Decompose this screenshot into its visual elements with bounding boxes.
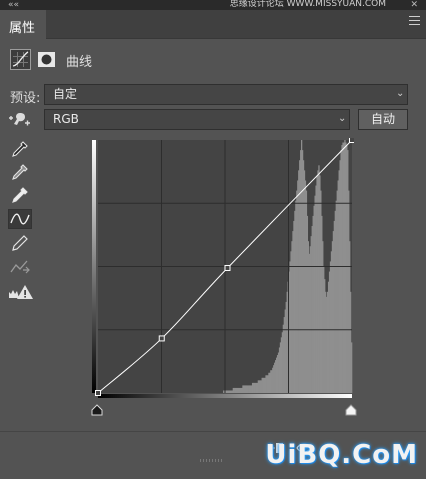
black-point-eyedropper-icon[interactable] (8, 140, 32, 160)
adjustment-title: 曲线 (66, 55, 93, 70)
curve-control-point[interactable] (349, 138, 355, 143)
channel-select[interactable]: RGB (44, 109, 350, 130)
pencil-draw-icon[interactable] (8, 233, 32, 253)
layer-mask-icon[interactable] (36, 49, 57, 70)
curve-control-point[interactable] (95, 390, 101, 396)
close-icon[interactable]: ✕ (410, 0, 418, 10)
clipping-warning-icon[interactable] (8, 282, 33, 302)
footer-divider (0, 431, 426, 432)
black-point-slider[interactable] (91, 401, 103, 416)
curve-points-tool-icon[interactable] (8, 209, 32, 229)
watermark-logo: UiBQ.CoM (265, 440, 418, 470)
curves-graph[interactable] (92, 138, 354, 398)
curve-control-point[interactable] (158, 335, 165, 342)
histogram-bar (351, 342, 353, 393)
tab-properties-label: 属性 (9, 21, 36, 36)
output-gradient-bar (92, 140, 96, 393)
auto-button[interactable]: 自动 (358, 109, 408, 130)
channel-value: RGB (53, 112, 79, 126)
on-image-adjust-icon[interactable] (8, 110, 32, 130)
white-point-slider[interactable] (345, 401, 357, 416)
chevron-down-icon: ⌄ (338, 113, 347, 124)
curve-control-point[interactable] (224, 264, 231, 271)
input-gradient-bar (98, 394, 352, 398)
panel-menu-icon[interactable] (409, 16, 420, 25)
preset-label: 预设: (10, 91, 41, 106)
double-chevron-icon[interactable]: «« (8, 0, 19, 10)
panel-tab-bar (0, 10, 426, 39)
smooth-curve-icon[interactable] (8, 257, 32, 277)
preset-value: 自定 (53, 87, 78, 101)
white-point-eyedropper-icon[interactable] (8, 186, 32, 206)
window-title: 思缘设计论坛 WWW.MISSYUAN.COM (229, 0, 386, 9)
chevron-down-icon: ⌄ (396, 88, 405, 99)
curves-adjustment-icon[interactable] (10, 49, 31, 70)
resize-grip[interactable] (200, 459, 224, 462)
gray-point-eyedropper-icon[interactable] (8, 163, 32, 183)
preset-select[interactable]: 自定 (44, 84, 408, 105)
